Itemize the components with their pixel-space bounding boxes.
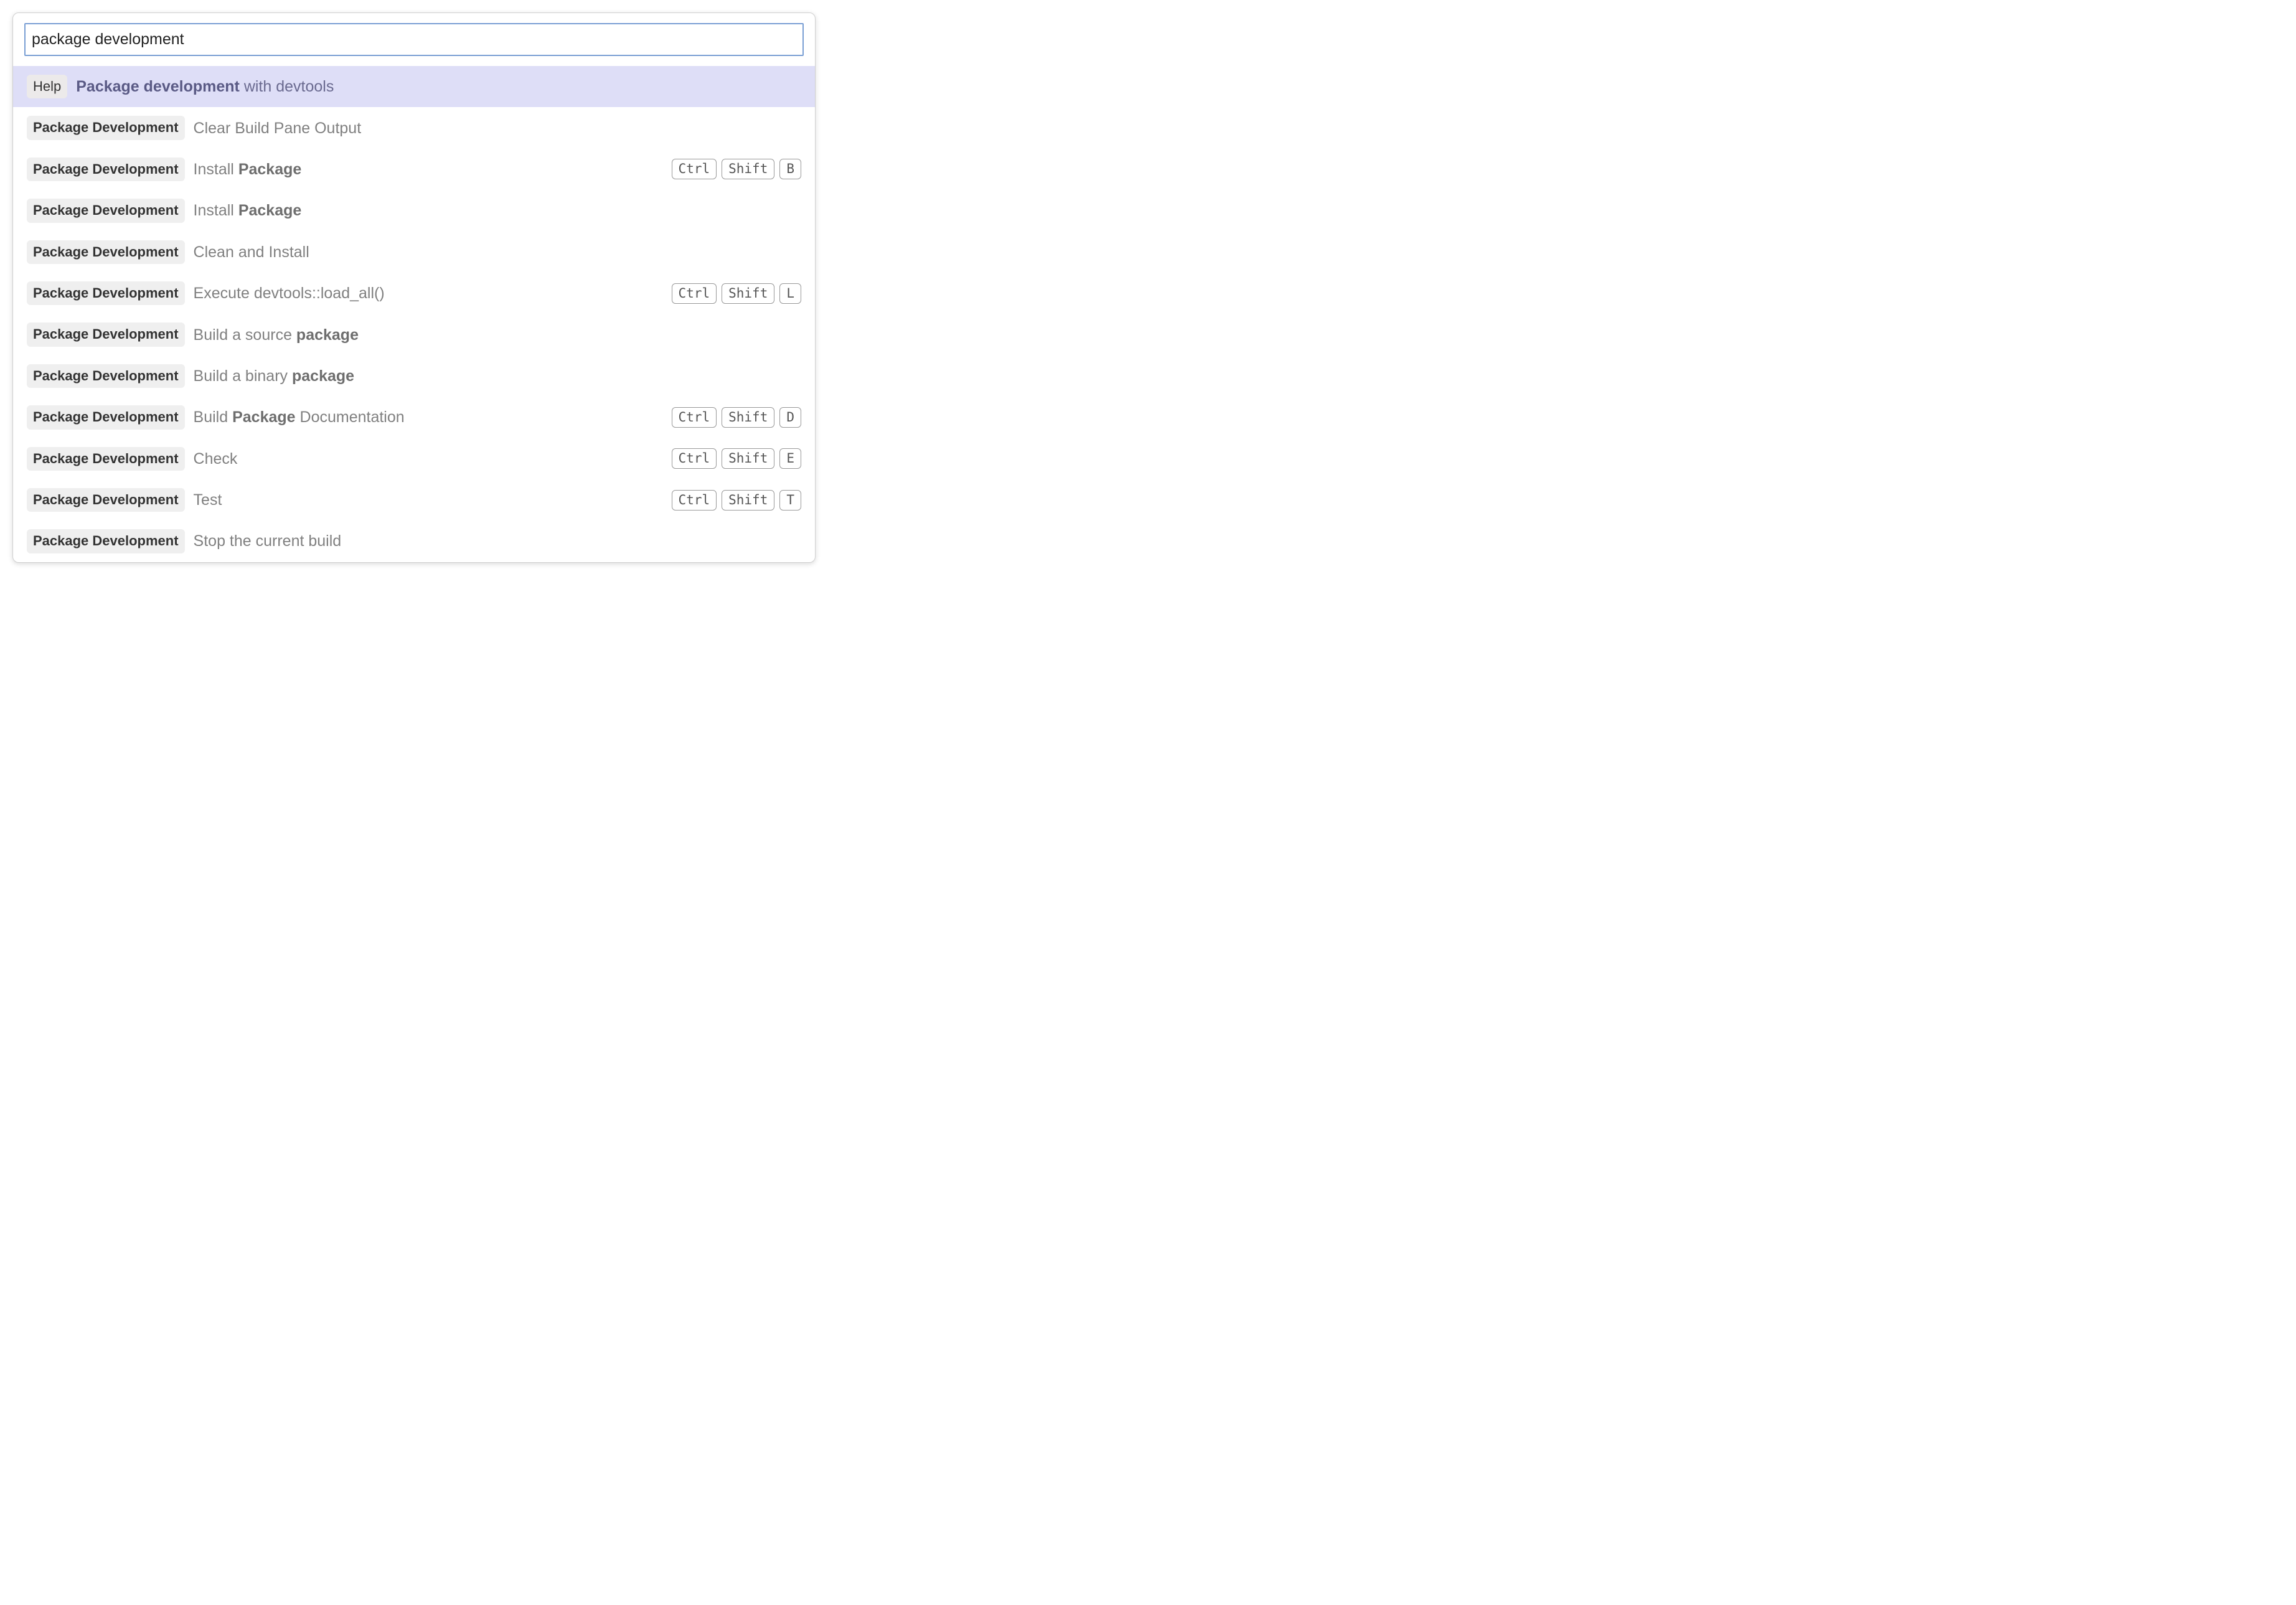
result-item[interactable]: Package Development Check CtrlShiftE bbox=[13, 438, 815, 479]
result-item[interactable]: Package Development Clean and Install bbox=[13, 232, 815, 273]
result-label: Test bbox=[194, 491, 663, 509]
shortcut-key: Shift bbox=[722, 448, 774, 469]
shortcut-key: Ctrl bbox=[672, 407, 717, 428]
shortcut-key: Shift bbox=[722, 283, 774, 304]
result-item[interactable]: Package Development Install Package bbox=[13, 190, 815, 231]
shortcut-key: Ctrl bbox=[672, 159, 717, 179]
shortcut-key: L bbox=[779, 283, 801, 304]
result-item[interactable]: Package Development Install Package CtrlSh… bbox=[13, 149, 815, 190]
category-badge: Package Development bbox=[27, 529, 185, 553]
result-item[interactable]: Package Development Test CtrlShiftT bbox=[13, 479, 815, 520]
category-badge: Package Development bbox=[27, 322, 185, 346]
result-item[interactable]: Package Development Clear Build Pane Outp… bbox=[13, 107, 815, 148]
result-item[interactable]: Help Package development with devtools bbox=[13, 66, 815, 107]
result-item[interactable]: Package Development Build a source packag… bbox=[13, 314, 815, 355]
result-label: Build Package Documentation bbox=[194, 408, 663, 426]
category-badge: Package Development bbox=[27, 158, 185, 181]
category-badge: Package Development bbox=[27, 240, 185, 264]
category-badge: Package Development bbox=[27, 199, 185, 222]
shortcut-key: D bbox=[779, 407, 801, 428]
result-label: Install Package bbox=[194, 160, 663, 179]
result-item[interactable]: Package Development Execute devtools::loa… bbox=[13, 273, 815, 314]
result-label: Stop the current build bbox=[194, 532, 801, 550]
result-label: Clean and Install bbox=[194, 243, 801, 261]
category-badge: Package Development bbox=[27, 488, 185, 512]
category-badge: Help bbox=[27, 75, 67, 98]
shortcut-key: E bbox=[779, 448, 801, 469]
category-badge: Package Development bbox=[27, 116, 185, 139]
shortcut-key: B bbox=[779, 159, 801, 179]
result-label: Build a binary package bbox=[194, 367, 801, 385]
category-badge: Package Development bbox=[27, 364, 185, 388]
result-item[interactable]: Package Development Stop the current buil… bbox=[13, 520, 815, 562]
result-label: Package development with devtools bbox=[76, 77, 801, 96]
results-list[interactable]: Help Package development with devtools Pac… bbox=[13, 66, 815, 562]
shortcut-key: Ctrl bbox=[672, 490, 717, 511]
result-label: Clear Build Pane Output bbox=[194, 119, 801, 138]
result-label: Build a source package bbox=[194, 326, 801, 344]
result-label: Install Package bbox=[194, 201, 801, 220]
result-item[interactable]: Package Development Build Package Documen… bbox=[13, 397, 815, 438]
result-item[interactable]: Package Development Build a binary packag… bbox=[13, 355, 815, 397]
category-badge: Package Development bbox=[27, 447, 185, 471]
search-wrap bbox=[13, 13, 815, 66]
category-badge: Package Development bbox=[27, 281, 185, 305]
result-label: Check bbox=[194, 449, 663, 468]
shortcut: CtrlShiftB bbox=[672, 159, 801, 179]
command-palette: Help Package development with devtools Pac… bbox=[12, 12, 816, 563]
shortcut: CtrlShiftL bbox=[672, 283, 801, 304]
shortcut-key: Ctrl bbox=[672, 283, 717, 304]
shortcut-key: Shift bbox=[722, 490, 774, 511]
shortcut: CtrlShiftE bbox=[672, 448, 801, 469]
category-badge: Package Development bbox=[27, 405, 185, 429]
shortcut: CtrlShiftD bbox=[672, 407, 801, 428]
search-input[interactable] bbox=[24, 23, 804, 56]
shortcut-key: Shift bbox=[722, 407, 774, 428]
shortcut-key: Shift bbox=[722, 159, 774, 179]
shortcut-key: T bbox=[779, 490, 801, 511]
shortcut: CtrlShiftT bbox=[672, 490, 801, 511]
shortcut-key: Ctrl bbox=[672, 448, 717, 469]
result-label: Execute devtools::load_all() bbox=[194, 284, 663, 303]
